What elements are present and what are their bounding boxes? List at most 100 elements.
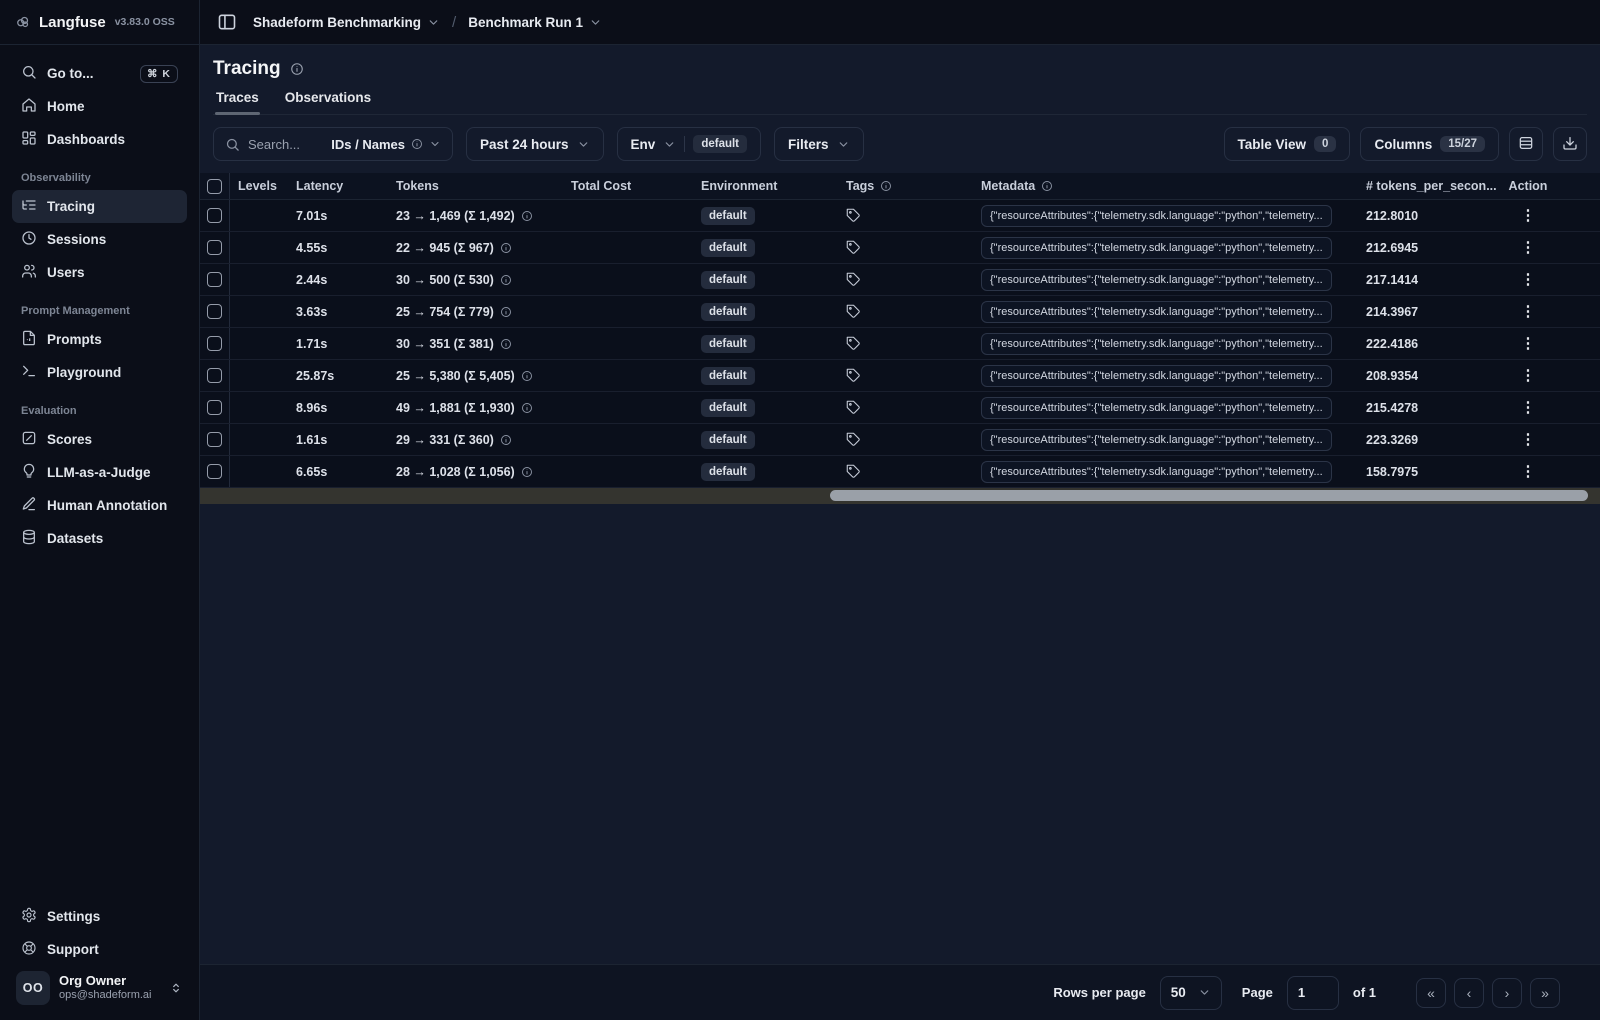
- table-row[interactable]: 1.61s 29 → 331 (Σ 360) default {"resourc…: [200, 424, 1600, 456]
- table-row[interactable]: 7.01s 23 → 1,469 (Σ 1,492) default {"res…: [200, 200, 1600, 232]
- first-page-button[interactable]: «: [1416, 977, 1446, 1008]
- row-height-button[interactable]: [1509, 127, 1543, 161]
- next-page-button[interactable]: ›: [1492, 977, 1522, 1008]
- account-menu[interactable]: OO Org Owner ops@shadeform.ai: [12, 966, 187, 1010]
- metadata-chip[interactable]: {"resourceAttributes":{"telemetry.sdk.la…: [981, 300, 1332, 323]
- tag-icon[interactable]: [846, 272, 861, 287]
- row-checkbox[interactable]: [207, 368, 222, 383]
- tag-icon[interactable]: [846, 208, 861, 223]
- row-actions-menu[interactable]: ⋮: [1521, 304, 1536, 319]
- tag-icon[interactable]: [846, 400, 861, 415]
- breadcrumb-project[interactable]: Shadeform Benchmarking: [253, 15, 440, 30]
- tab-observations[interactable]: Observations: [284, 90, 372, 114]
- scrollbar-thumb[interactable]: [830, 490, 1588, 501]
- header-tokens[interactable]: Tokens: [388, 173, 563, 199]
- info-icon[interactable]: [521, 210, 533, 222]
- tab-traces[interactable]: Traces: [215, 90, 260, 115]
- sidebar-item-llm-judge[interactable]: LLM-as-a-Judge: [12, 456, 187, 489]
- previous-page-button[interactable]: ‹: [1454, 977, 1484, 1008]
- table-row[interactable]: 1.71s 30 → 351 (Σ 381) default {"resourc…: [200, 328, 1600, 360]
- sidebar-item-datasets[interactable]: Datasets: [12, 522, 187, 555]
- row-actions-menu[interactable]: ⋮: [1521, 432, 1536, 447]
- info-icon[interactable]: [500, 306, 512, 318]
- sidebar-item-home[interactable]: Home: [12, 90, 187, 123]
- tag-icon[interactable]: [846, 368, 861, 383]
- info-icon[interactable]: [521, 370, 533, 382]
- filters-button[interactable]: Filters: [774, 127, 864, 161]
- info-icon[interactable]: [500, 242, 512, 254]
- row-actions-menu[interactable]: ⋮: [1521, 208, 1536, 223]
- sidebar-item-users[interactable]: Users: [12, 256, 187, 289]
- sidebar-item-playground[interactable]: Playground: [12, 356, 187, 389]
- row-actions-menu[interactable]: ⋮: [1521, 464, 1536, 479]
- header-latency[interactable]: Latency: [288, 173, 388, 199]
- info-icon[interactable]: [290, 62, 304, 76]
- header-tokens-per-second[interactable]: # tokens_per_secon...: [1358, 173, 1503, 199]
- tag-icon[interactable]: [846, 336, 861, 351]
- search-box[interactable]: IDs / Names: [213, 127, 453, 161]
- metadata-chip[interactable]: {"resourceAttributes":{"telemetry.sdk.la…: [981, 460, 1332, 483]
- metadata-chip[interactable]: {"resourceAttributes":{"telemetry.sdk.la…: [981, 428, 1332, 451]
- row-checkbox[interactable]: [207, 208, 222, 223]
- metadata-chip[interactable]: {"resourceAttributes":{"telemetry.sdk.la…: [981, 236, 1332, 259]
- row-checkbox[interactable]: [207, 464, 222, 479]
- metadata-chip[interactable]: {"resourceAttributes":{"telemetry.sdk.la…: [981, 332, 1332, 355]
- metadata-chip[interactable]: {"resourceAttributes":{"telemetry.sdk.la…: [981, 268, 1332, 291]
- row-checkbox[interactable]: [207, 304, 222, 319]
- metadata-chip[interactable]: {"resourceAttributes":{"telemetry.sdk.la…: [981, 204, 1332, 227]
- export-button[interactable]: [1553, 127, 1587, 161]
- sidebar-item-goto[interactable]: Go to... ⌘ K: [12, 57, 187, 90]
- columns-button[interactable]: Columns 15/27: [1360, 127, 1499, 161]
- last-page-button[interactable]: »: [1530, 977, 1560, 1008]
- table-row[interactable]: 25.87s 25 → 5,380 (Σ 5,405) default {"re…: [200, 360, 1600, 392]
- header-total-cost[interactable]: Total Cost: [563, 173, 693, 199]
- tag-icon[interactable]: [846, 304, 861, 319]
- row-actions-menu[interactable]: ⋮: [1521, 368, 1536, 383]
- info-icon[interactable]: [521, 466, 533, 478]
- sidebar-item-human-annotation[interactable]: Human Annotation: [12, 489, 187, 522]
- sidebar-item-dashboards[interactable]: Dashboards: [12, 123, 187, 156]
- horizontal-scrollbar[interactable]: [200, 488, 1600, 504]
- header-levels[interactable]: Levels: [230, 173, 288, 199]
- sidebar-item-settings[interactable]: Settings: [12, 900, 187, 933]
- row-checkbox[interactable]: [207, 336, 222, 351]
- breadcrumb-run[interactable]: Benchmark Run 1: [468, 15, 602, 30]
- row-checkbox[interactable]: [207, 272, 222, 287]
- row-actions-menu[interactable]: ⋮: [1521, 336, 1536, 351]
- header-tags[interactable]: Tags: [838, 173, 973, 199]
- tag-icon[interactable]: [846, 464, 861, 479]
- info-icon[interactable]: [521, 402, 533, 414]
- sidebar-item-sessions[interactable]: Sessions: [12, 223, 187, 256]
- header-environment[interactable]: Environment: [693, 173, 838, 199]
- header-metadata[interactable]: Metadata: [973, 173, 1358, 199]
- row-actions-menu[interactable]: ⋮: [1521, 272, 1536, 287]
- row-actions-menu[interactable]: ⋮: [1521, 240, 1536, 255]
- table-row[interactable]: 3.63s 25 → 754 (Σ 779) default {"resourc…: [200, 296, 1600, 328]
- row-actions-menu[interactable]: ⋮: [1521, 400, 1536, 415]
- row-checkbox[interactable]: [207, 400, 222, 415]
- metadata-chip[interactable]: {"resourceAttributes":{"telemetry.sdk.la…: [981, 396, 1332, 419]
- env-filter-button[interactable]: Env default: [616, 127, 762, 161]
- row-checkbox[interactable]: [207, 240, 222, 255]
- tag-icon[interactable]: [846, 432, 861, 447]
- info-icon[interactable]: [500, 434, 512, 446]
- tag-icon[interactable]: [846, 240, 861, 255]
- info-icon[interactable]: [500, 338, 512, 350]
- table-row[interactable]: 8.96s 49 → 1,881 (Σ 1,930) default {"res…: [200, 392, 1600, 424]
- time-range-button[interactable]: Past 24 hours: [466, 127, 604, 161]
- table-view-button[interactable]: Table View 0: [1223, 127, 1351, 161]
- sidebar-item-prompts[interactable]: Prompts: [12, 323, 187, 356]
- info-icon[interactable]: [500, 274, 512, 286]
- search-input[interactable]: [248, 136, 318, 152]
- page-number-input[interactable]: [1286, 975, 1339, 1010]
- search-mode-selector[interactable]: IDs / Names: [331, 137, 441, 152]
- rows-per-page-select[interactable]: 50: [1159, 975, 1222, 1010]
- table-row[interactable]: 4.55s 22 → 945 (Σ 967) default {"resourc…: [200, 232, 1600, 264]
- table-row[interactable]: 2.44s 30 → 500 (Σ 530) default {"resourc…: [200, 264, 1600, 296]
- sidebar-item-tracing[interactable]: Tracing: [12, 190, 187, 223]
- row-checkbox[interactable]: [207, 432, 222, 447]
- metadata-chip[interactable]: {"resourceAttributes":{"telemetry.sdk.la…: [981, 364, 1332, 387]
- table-row[interactable]: 6.65s 28 → 1,028 (Σ 1,056) default {"res…: [200, 456, 1600, 488]
- sidebar-item-support[interactable]: Support: [12, 933, 187, 966]
- sidebar-item-scores[interactable]: Scores: [12, 423, 187, 456]
